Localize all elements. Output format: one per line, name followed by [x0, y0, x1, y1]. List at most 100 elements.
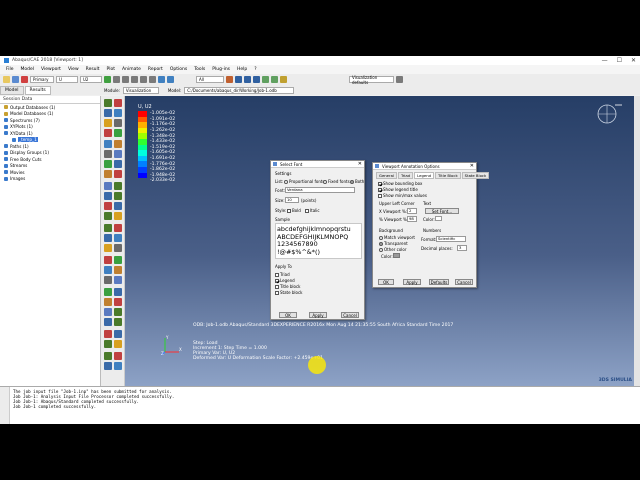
play-icon[interactable] [104, 76, 111, 83]
checkbox[interactable] [275, 291, 279, 295]
iso-view-icon[interactable] [158, 76, 165, 83]
bg-color-swatch[interactable] [393, 253, 400, 258]
free-body-cut-icon[interactable] [114, 234, 122, 242]
list-both-radio[interactable]: Both [350, 179, 364, 184]
menu-help[interactable]: Help [237, 67, 247, 72]
plot-contours-icon[interactable] [114, 119, 122, 127]
annotation-cancel-button[interactable]: Cancel [455, 279, 473, 285]
tab-model[interactable]: Model [0, 86, 24, 95]
annotation-icon[interactable] [104, 352, 112, 360]
plot-deformed-icon[interactable] [114, 109, 122, 117]
light-icon[interactable] [280, 76, 287, 83]
x-viewport-input[interactable]: 2 [407, 208, 417, 214]
allow-multiple-plot-states-icon[interactable] [104, 150, 112, 158]
menu-options[interactable]: Options [170, 67, 187, 72]
plot-deformed-icon[interactable] [104, 109, 112, 117]
common-options-icon[interactable] [114, 288, 122, 296]
feature-edges-icon[interactable] [271, 76, 278, 83]
view-manipulation-globe-icon[interactable] [595, 100, 623, 126]
annotation-icon[interactable] [114, 352, 122, 360]
font-ok-button[interactable]: OK [279, 312, 297, 318]
tab-title-block[interactable]: Title Block [435, 172, 461, 179]
replace-selected-icon[interactable] [114, 266, 122, 274]
replace-selected-icon[interactable] [104, 266, 112, 274]
odb-display-options-icon[interactable] [114, 318, 122, 326]
zoom-icon[interactable] [131, 76, 138, 83]
sketch-icon[interactable] [104, 362, 112, 370]
close-icon[interactable]: ✕ [358, 161, 362, 167]
save-icon[interactable] [12, 76, 19, 83]
sketch-icon[interactable] [114, 362, 122, 370]
component-combo[interactable]: U2 [80, 76, 102, 83]
display-group-icon[interactable] [114, 256, 122, 264]
render-style-icon[interactable] [226, 76, 233, 83]
menu-report[interactable]: Report [148, 67, 163, 72]
visualization-defaults-combo[interactable]: Visualization defaults [349, 75, 394, 85]
menu-viewport[interactable]: Viewport [41, 67, 61, 72]
apply-legend-checkbox[interactable]: Legend [275, 278, 295, 283]
animate-scale-factor-icon[interactable] [104, 160, 112, 168]
plot-undeformed-icon[interactable] [104, 99, 112, 107]
contour-options-icon[interactable] [114, 308, 122, 316]
menu-file[interactable]: File [6, 67, 14, 72]
plot-material-orientations-icon[interactable] [114, 140, 122, 148]
font-cancel-button[interactable]: Cancel [341, 312, 359, 318]
shaded-icon[interactable] [253, 76, 260, 83]
help-arrow-icon[interactable] [396, 76, 403, 83]
menu-plugins[interactable]: Plug-ins [212, 67, 230, 72]
plot-symbols-icon[interactable] [114, 129, 122, 137]
create-path-icon[interactable] [104, 212, 112, 220]
zoom-box-icon[interactable] [149, 76, 156, 83]
maximize-button[interactable]: ☐ [617, 57, 622, 64]
menu-whats-this[interactable]: ? [254, 67, 256, 72]
format-combo[interactable]: Scientific [436, 236, 466, 242]
plot-symbols-icon[interactable] [104, 129, 112, 137]
fit-view-icon[interactable] [140, 76, 147, 83]
y-viewport-input[interactable]: 98 [407, 216, 417, 222]
show-min-max-checkbox[interactable]: Show min/max values [378, 193, 427, 198]
view-cut-icon[interactable] [104, 224, 112, 232]
checkbox[interactable] [275, 285, 279, 289]
menu-result[interactable]: Result [86, 67, 100, 72]
plot-undeformed-icon[interactable] [114, 99, 122, 107]
transparent-radio[interactable]: Transparent [379, 241, 408, 246]
module-combo[interactable]: Visualization [122, 86, 159, 94]
odb-display-options-icon[interactable] [104, 318, 112, 326]
query-icon[interactable] [104, 244, 112, 252]
apply-state-block-checkbox[interactable]: State block [275, 290, 302, 295]
model-combo[interactable]: C:/Documents/abaqus_dir/Working/Job-1.od… [184, 86, 295, 94]
animate-scale-factor-icon[interactable] [114, 160, 122, 168]
viewport-scrollbar[interactable] [634, 96, 640, 386]
close-icon[interactable]: ✕ [470, 163, 474, 169]
font-apply-button[interactable]: Apply [309, 312, 327, 318]
other-color-radio[interactable]: Other color [379, 247, 406, 252]
hidden-line-icon[interactable] [244, 76, 251, 83]
match-viewport-radio[interactable]: Match viewport [379, 235, 415, 240]
text-color-swatch[interactable] [435, 216, 442, 221]
view-cut-icon[interactable] [114, 224, 122, 232]
annotation-ok-button[interactable]: OK [378, 279, 394, 285]
allow-multiple-plot-states-icon[interactable] [114, 150, 122, 158]
tab-state-block[interactable]: State Block [461, 172, 490, 179]
rotate-icon[interactable] [122, 76, 129, 83]
menu-plot[interactable]: Plot [107, 67, 115, 72]
superimpose-options-icon[interactable] [114, 298, 122, 306]
remove-selected-icon[interactable] [114, 276, 122, 284]
remove-selected-icon[interactable] [104, 276, 112, 284]
annotation-apply-button[interactable]: Apply [403, 279, 421, 285]
common-options-icon[interactable] [104, 288, 112, 296]
tree-item[interactable]: Images [0, 176, 100, 183]
tab-triad[interactable]: Triad [397, 172, 414, 179]
annotation-defaults-button[interactable]: Defaults [429, 279, 449, 285]
bold-checkbox[interactable]: Bold [287, 208, 301, 213]
menu-tools[interactable]: Tools [194, 67, 205, 72]
contour-options-icon[interactable] [104, 308, 112, 316]
display-group-icon[interactable] [104, 256, 112, 264]
open-icon[interactable] [3, 76, 10, 83]
report-icon[interactable] [114, 340, 122, 348]
print-icon[interactable] [21, 76, 28, 83]
tab-results[interactable]: Results [24, 86, 51, 95]
set-font-button[interactable]: Set Font... [425, 208, 459, 214]
show-bounding-box-checkbox[interactable]: Show bounding box [378, 181, 422, 186]
font-combo[interactable]: Verdana [285, 187, 355, 193]
